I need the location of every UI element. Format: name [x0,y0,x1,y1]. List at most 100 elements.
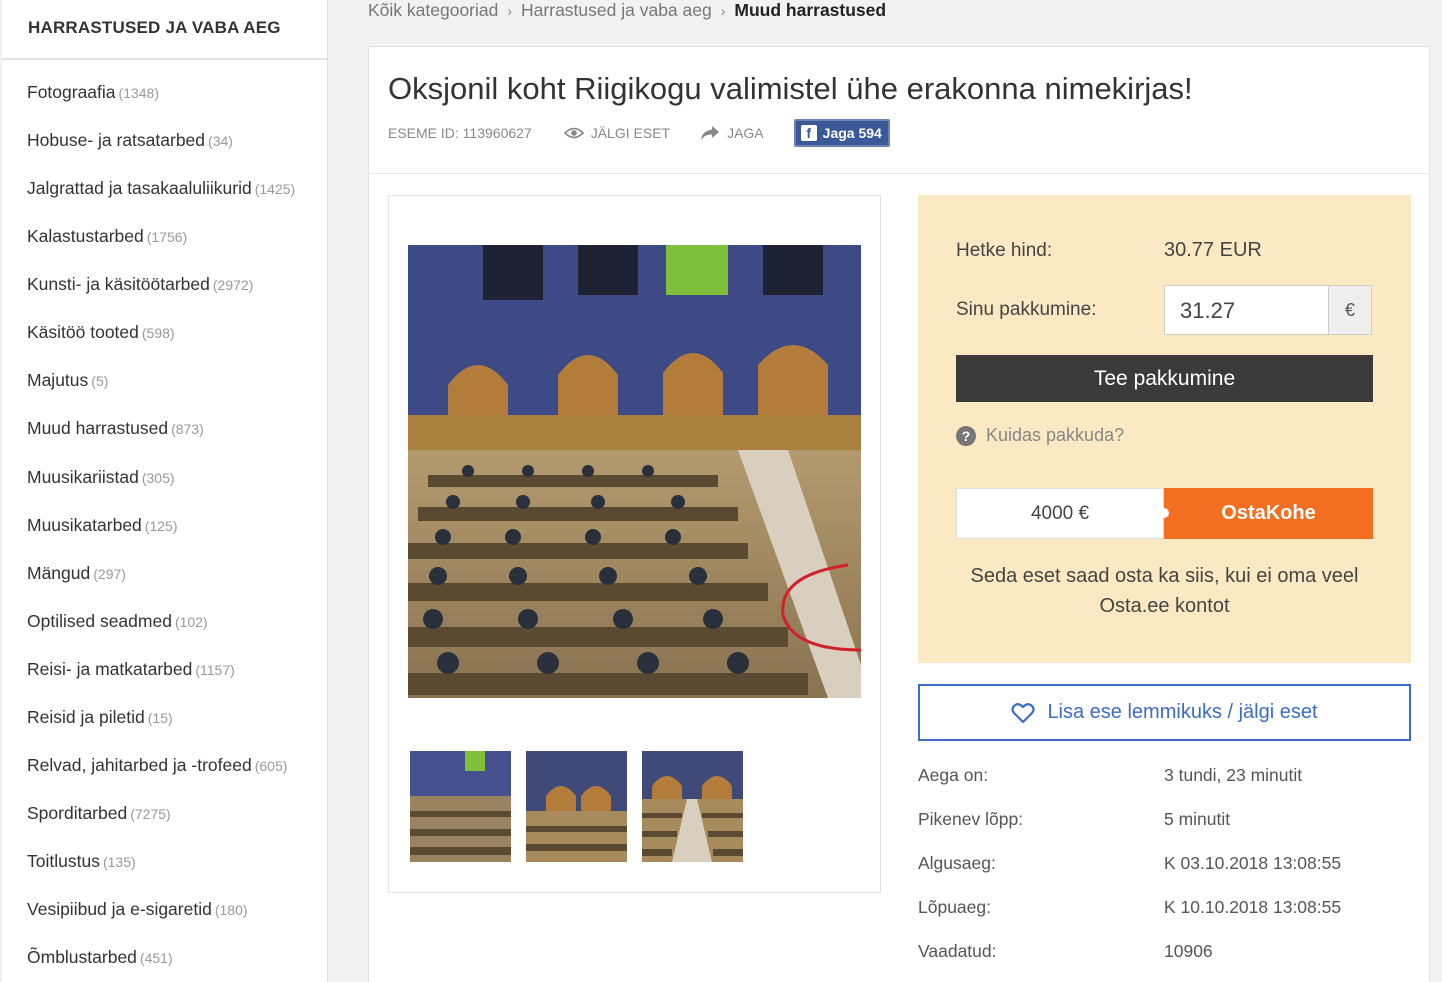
image-gallery [388,195,881,893]
item-title: Oksjonil koht Riigikogu valimistel ühe e… [388,71,1193,106]
eye-icon [563,127,584,139]
how-to-bid-link[interactable]: ? Kuidas pakkuda? [956,425,1124,446]
sidebar-item-sporditarbed[interactable]: Spordi­tarbed (7275) [27,803,171,824]
end-time-value: K 10.10.2018 13:08:55 [1164,897,1342,917]
add-to-favorites-label: Lisa ese lemmikuks / jälgi eset [1047,701,1318,723]
sidebar-item-label: Jalgrattad ja tasakaaluliikurid [27,178,252,198]
breadcrumb-link[interactable]: Kõik kategooriad [368,0,498,20]
sidebar-item-fotograafia[interactable]: Fotograafia (1348) [27,82,159,103]
breadcrumb-current: Muud harrastused [734,0,887,20]
sidebar-item-label: Fotograafia [27,82,116,102]
sidebar-item-hobuse[interactable]: Hobuse- ja ratsatarbed (34) [27,130,233,151]
share-label: JAGA [727,125,764,141]
sidebar-item-jalgrattad[interactable]: Jalgrattad ja tasakaaluliikurid (1425) [27,178,295,199]
heart-icon [1011,702,1036,723]
end-time-label: Lõpuaeg: [918,897,991,917]
thumbnail-1[interactable] [410,751,511,862]
sidebar-item-label: Reisid ja piletid [27,707,145,727]
thumbnail-2[interactable] [526,751,627,862]
sidebar-item-label: Optilised seadmed [27,611,172,631]
extended-end-value: 5 minutit [1164,809,1231,829]
sidebar-item-label: Spordi­tarbed [27,803,128,823]
bid-amount-input[interactable]: 31.27 [1164,285,1329,335]
watch-item-label: JÄLGI ESET [590,125,671,141]
sidebar-item-label: Kunsti- ja käsitöötarbed [27,274,210,294]
sidebar-item-label: Muusikariistad [27,467,139,487]
sidebar-item-muusikariistad[interactable]: Muusikariistad (305) [27,467,175,488]
sidebar-item-majutus[interactable]: Majutus (5) [27,370,108,391]
sidebar-item-muusikatarbed[interactable]: Muusikatarbed (125) [27,515,177,536]
current-price-label: Hetke hind: [956,240,1053,261]
main-item-photo[interactable] [408,245,861,698]
sidebar-item-count: (451) [139,950,173,966]
sidebar-item-count: (102) [174,614,208,630]
breadcrumb-separator: › [507,3,513,19]
sidebar-item-count: (305) [141,470,175,486]
sidebar-item-count: (7275) [130,806,171,822]
sidebar-item-count: (598) [141,325,175,341]
time-left-label: Aega on: [918,765,989,785]
sidebar-item-label: Vesipiibud ja e-sigaretid [27,899,212,919]
buy-now-price: 4000 € [956,488,1164,539]
buy-now-note: Seda eset saad osta ka siis, kui ei oma … [970,565,1359,617]
buy-now-button[interactable]: OstaKohe [1164,488,1373,539]
buy-now-divider-dot [1159,508,1169,518]
sidebar-item-omblustarbed[interactable]: Õmblustarbed (451) [27,947,173,968]
sidebar-item-label: Toitlustus [27,851,100,871]
sidebar-item-count: (2972) [212,277,254,293]
sidebar-item-label: Mängud [27,563,91,583]
share-link[interactable]: JAGA [700,125,764,141]
current-price-value: 30.77 EUR [1164,239,1262,261]
sidebar-item-relvad[interactable]: Relvad, jahitarbed ja -trofeed (605) [27,755,287,776]
facebook-icon: f [800,125,817,141]
sidebar-item-label: Kalastustarbed [27,226,144,246]
sidebar-item-reisi[interactable]: Reisi- ja matkatarbed (1157) [27,659,235,680]
category-sidebar: HARRASTUSED JA VABA AEG Fotograafia (1348… [2,0,328,982]
thumbnail-3[interactable] [642,751,743,862]
sidebar-item-label: Õmblustarbed [27,947,137,967]
sidebar-item-optilised[interactable]: Optilised seadmed (102) [27,611,208,632]
sidebar-item-mangud[interactable]: Mängud (297) [27,563,126,584]
breadcrumb: Kõik kategooriad › Harrastused ja vaba aeg… [368,0,886,21]
breadcrumb-separator: › [720,3,726,19]
your-bid-label: Sinu pakkumine: [956,299,1097,320]
item-meta-row: ESEME ID: 113960627 JÄLGI ESET JAGA f Ja… [388,119,890,147]
sidebar-item-count: (1425) [254,181,296,197]
bid-box: Hetke hind: 30.77 EUR Sinu pakkumine: 31… [918,195,1411,663]
sidebar-item-label: Muusikatarbed [27,515,142,535]
share-icon [701,126,720,140]
bid-currency: € [1328,285,1372,335]
extended-end-label: Pikenev lõpp: [918,809,1024,829]
sidebar-item-count: (605) [254,758,288,774]
place-bid-button[interactable]: Tee pakkumine [956,355,1373,402]
facebook-share-button[interactable]: f Jaga 594 [793,119,890,147]
how-to-bid-label: Kuidas pakkuda? [986,425,1125,445]
sidebar-item-reisid[interactable]: Reisid ja piletid (15) [27,707,173,728]
sidebar-item-toitlustus[interactable]: Toitlustus (135) [27,851,136,872]
sidebar-item-label: Reisi- ja matkatarbed [27,659,193,679]
add-to-favorites-button[interactable]: Lisa ese lemmikuks / jälgi eset [918,684,1411,741]
sidebar-item-kunsti[interactable]: Kunsti- ja käsitöötarbed (2972) [27,274,253,295]
sidebar-item-kalastustarbed[interactable]: Kalastustarbed (1756) [27,226,187,247]
sidebar-item-label: Käsitöö tooted [27,322,139,342]
facebook-share-label: Jaga 594 [822,125,882,141]
sidebar-item-vesipiibud[interactable]: Vesipiibud ja e-sigaretid (180) [27,899,248,920]
sidebar-item-label: Muud harrastused [27,418,169,438]
sidebar-item-count: (5) [91,373,109,389]
sidebar-item-count: (1348) [118,85,159,101]
question-icon: ? [956,425,976,446]
start-time-value: K 03.10.2018 13:08:55 [1164,853,1342,873]
sidebar-item-count: (135) [102,854,136,870]
time-left-value: 3 tundi, 23 minutit [1164,765,1303,785]
breadcrumb-link[interactable]: Harrastused ja vaba aeg [521,0,712,20]
sidebar-item-muud-harrastused[interactable]: Muud harrastused (873) [27,418,204,439]
sidebar-item-count: (34) [208,133,233,149]
item-id: ESEME ID: 113960627 [388,125,532,141]
sidebar-item-kasitoo[interactable]: Käsitöö tooted (598) [27,322,175,343]
sidebar-item-label: Relvad, jahitarbed ja -trofeed [27,755,252,775]
sidebar-item-count: (1157) [195,662,235,678]
start-time-label: Algusaeg: [918,853,996,873]
item-header: Oksjonil koht Riigikogu valimistel ühe e… [369,47,1429,174]
sidebar-heading: HARRASTUSED JA VABA AEG [2,0,327,60]
watch-item-link[interactable]: JÄLGI ESET [563,125,671,141]
